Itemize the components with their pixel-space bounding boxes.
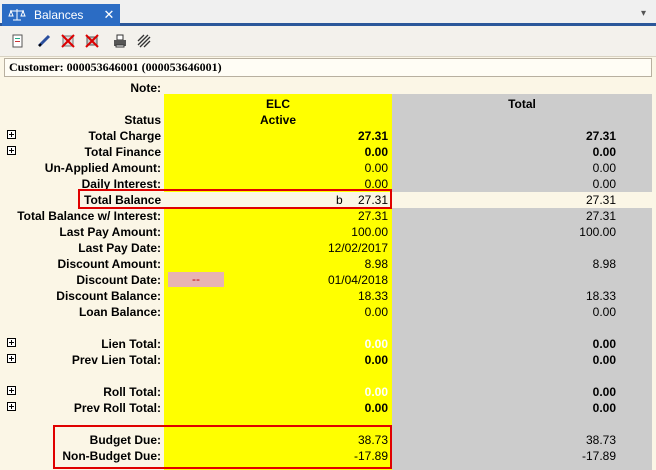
- status-value: Active: [259, 113, 297, 127]
- total-value: 0.00: [592, 385, 616, 399]
- total-value: 0.00: [592, 145, 616, 159]
- table-row: Lien Total: 0.00 0.00: [4, 336, 652, 352]
- elc-value: 0.00: [364, 305, 388, 319]
- total-value: 0.00: [592, 305, 616, 319]
- total-value: 100.00: [579, 225, 616, 239]
- elc-value: 0.00: [364, 145, 388, 159]
- row-label: Discount Date:: [76, 273, 161, 287]
- table-row: Un-Applied Amount: 0.00 0.00: [4, 160, 652, 176]
- row-label: Total Finance: [84, 145, 161, 159]
- total-value: 0.00: [592, 401, 616, 415]
- status-row: Status Active: [4, 112, 652, 128]
- note-label: Note:: [130, 81, 161, 95]
- total-value: -17.89: [581, 449, 616, 463]
- document-icon[interactable]: [8, 31, 28, 51]
- tab-strip: Balances ✕ ▾: [0, 0, 656, 26]
- table-row: Discount Balance: 18.33 18.33: [4, 288, 652, 304]
- table-row: Total Finance 0.00 0.00: [4, 144, 652, 160]
- total-value: 0.00: [592, 337, 616, 351]
- customer-header: Customer: 000053646001 (000053646001): [4, 58, 652, 77]
- row-label: Roll Total:: [103, 385, 161, 399]
- elc-value: 27.31: [357, 209, 388, 223]
- elc-value: 0.00: [364, 161, 388, 175]
- total-value: 27.31: [585, 129, 616, 143]
- table-row: Discount Amount: 8.98 8.98: [4, 256, 652, 272]
- total-value: 38.73: [585, 433, 616, 447]
- row-label: Last Pay Date:: [78, 241, 161, 255]
- table-row: Roll Total: 0.00 0.00: [4, 384, 652, 400]
- row-label: Total Charge: [88, 129, 161, 143]
- total-value: 8.98: [592, 257, 616, 271]
- note-row: Note:: [4, 80, 652, 96]
- row-label: Lien Total:: [101, 337, 161, 351]
- row-label: Discount Amount:: [57, 257, 161, 271]
- status-label: Status: [124, 113, 161, 127]
- stripe-icon[interactable]: [134, 31, 154, 51]
- balances-grid: Note: ELC Total Status Active Total Char…: [4, 80, 652, 470]
- total-header: Total: [508, 97, 536, 111]
- discount-date-badge[interactable]: --: [168, 272, 224, 287]
- cancel-doc-icon[interactable]: [58, 31, 78, 51]
- table-row: Loan Balance: 0.00 0.00: [4, 304, 652, 320]
- scales-icon: [8, 8, 26, 22]
- row-label: Un-Applied Amount:: [44, 161, 161, 175]
- table-row: Discount Date: 01/04/2018: [4, 272, 652, 288]
- column-header-row: ELC Total: [4, 96, 652, 112]
- table-row: Last Pay Date: 12/02/2017: [4, 240, 652, 256]
- elc-value: 0.00: [364, 337, 388, 351]
- print-icon[interactable]: [110, 31, 130, 51]
- total-value: 0.00: [592, 161, 616, 175]
- total-value: 0.00: [592, 177, 616, 191]
- total-value: 0.00: [592, 353, 616, 367]
- chevron-down-icon[interactable]: ▾: [641, 8, 646, 19]
- highlight-box-total-balance: [78, 189, 392, 209]
- total-value: 27.31: [585, 193, 616, 207]
- table-row: Prev Roll Total: 0.00 0.00: [4, 400, 652, 416]
- elc-value: 100.00: [351, 225, 388, 239]
- row-label: Last Pay Amount:: [59, 225, 161, 239]
- elc-value: 18.33: [357, 289, 388, 303]
- table-row: Last Pay Amount: 100.00 100.00: [4, 224, 652, 240]
- elc-value: 0.00: [364, 353, 388, 367]
- void-icon[interactable]: [82, 31, 102, 51]
- total-value: 18.33: [585, 289, 616, 303]
- table-row: Total Charge 27.31 27.31: [4, 128, 652, 144]
- total-value: 27.31: [585, 209, 616, 223]
- elc-header: ELC: [266, 97, 290, 111]
- row-label: Prev Roll Total:: [73, 401, 161, 415]
- highlight-box-budget: [53, 425, 392, 469]
- table-row: Total Balance w/ Interest: 27.31 27.31: [4, 208, 652, 224]
- pen-icon[interactable]: [34, 31, 54, 51]
- row-label: Total Balance w/ Interest:: [17, 209, 161, 223]
- elc-value: 0.00: [364, 385, 388, 399]
- row-label: Discount Balance:: [56, 289, 161, 303]
- close-icon[interactable]: ✕: [102, 7, 116, 23]
- tab-title: Balances: [34, 8, 84, 22]
- row-label: Loan Balance:: [78, 305, 161, 319]
- tab-balances[interactable]: Balances ✕: [2, 4, 120, 26]
- toolbar: [0, 26, 656, 57]
- elc-value: 27.31: [357, 129, 388, 143]
- elc-value: 8.98: [364, 257, 388, 271]
- row-label: Prev Lien Total:: [71, 353, 161, 367]
- elc-value: 12/02/2017: [327, 241, 388, 255]
- elc-value: 0.00: [364, 401, 388, 415]
- table-row: Prev Lien Total: 0.00 0.00: [4, 352, 652, 368]
